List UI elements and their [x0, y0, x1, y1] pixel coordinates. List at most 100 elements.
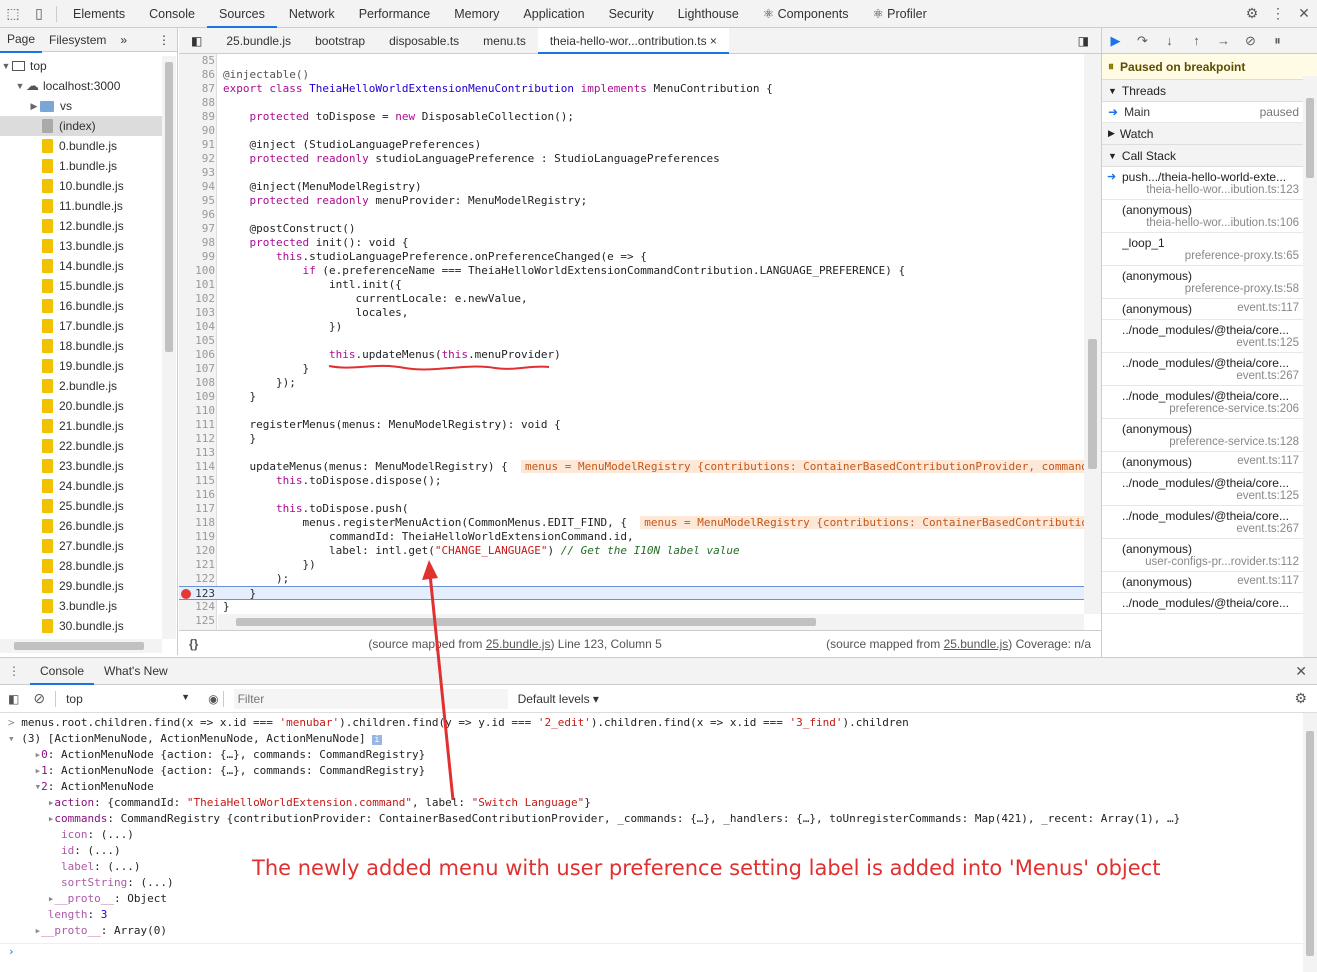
code-editor[interactable]: 85 86 @injectable() 87 export class TheiaHel… — [179, 54, 1084, 630]
line-number[interactable]: 97 — [179, 222, 215, 236]
tree-item-file[interactable]: 21.bundle.js — [0, 416, 162, 436]
scroll-thumb[interactable] — [1306, 731, 1314, 956]
editor-tab[interactable]: menu.ts — [471, 28, 538, 54]
threads-section-header[interactable]: ▼ Threads — [1102, 80, 1317, 102]
console-line[interactable]: ▸__proto__: Array(0) — [8, 923, 1303, 939]
tree-item-file[interactable]: 12.bundle.js — [0, 216, 162, 236]
line-number[interactable]: 94 — [179, 180, 215, 194]
line-number[interactable]: 98 — [179, 236, 215, 250]
editor-tab[interactable]: bootstrap — [303, 28, 377, 54]
console-prompt[interactable]: › — [0, 943, 1303, 959]
close-devtools-icon[interactable]: ✕ — [1291, 0, 1317, 28]
line-number[interactable]: 99 — [179, 250, 215, 264]
line-number[interactable]: 88 — [179, 96, 215, 110]
tree-item-index[interactable]: (index) — [0, 116, 162, 136]
console-line[interactable]: icon: (...) — [8, 827, 1303, 843]
console-line[interactable]: > menus.root.children.find(x => x.id ===… — [8, 715, 1303, 731]
tree-item-file[interactable]: 25.bundle.js — [0, 496, 162, 516]
line-number[interactable]: 114 — [179, 460, 215, 474]
navigator-menu-icon[interactable]: ⋮ — [151, 28, 177, 52]
line-number[interactable]: 89 — [179, 110, 215, 124]
tree-item-file[interactable]: 0.bundle.js — [0, 136, 162, 156]
line-number[interactable]: 113 — [179, 446, 215, 460]
editor-tab[interactable]: 25.bundle.js — [214, 28, 303, 54]
scroll-thumb[interactable] — [1306, 98, 1314, 178]
tree-item-file[interactable]: 30.bundle.js — [0, 616, 162, 636]
console-line[interactable]: ▸0: ActionMenuNode {action: {…}, command… — [8, 747, 1303, 763]
scroll-thumb[interactable] — [14, 642, 144, 650]
call-frame[interactable]: ../node_modules/@theia/core... event.ts:2… — [1102, 506, 1317, 539]
tree-item-file[interactable]: 13.bundle.js — [0, 236, 162, 256]
call-frame[interactable]: (anonymous) preference-proxy.ts:58 — [1102, 266, 1317, 299]
line-number[interactable]: 87 — [179, 82, 215, 96]
drawer-menu-icon[interactable]: ⋮ — [8, 664, 20, 678]
scroll-thumb[interactable] — [165, 62, 173, 352]
console-line[interactable]: ▸commands: CommandRegistry {contribution… — [8, 811, 1303, 827]
line-number[interactable]: 96 — [179, 208, 215, 222]
tree-item-file[interactable]: 27.bundle.js — [0, 536, 162, 556]
step-over-icon[interactable]: ↷ — [1129, 28, 1156, 54]
tree-item-file[interactable]: 11.bundle.js — [0, 196, 162, 216]
main-tab-lighthouse[interactable]: Lighthouse — [666, 0, 751, 28]
call-frame[interactable]: ../node_modules/@theia/core... preference… — [1102, 386, 1317, 419]
line-number[interactable]: 122 — [179, 572, 215, 586]
line-number[interactable]: 107 — [179, 362, 215, 376]
line-number[interactable]: 104 — [179, 320, 215, 334]
main-tab-console[interactable]: Console — [137, 0, 207, 28]
console-filter-input[interactable] — [233, 688, 508, 709]
main-tab-network[interactable]: Network — [277, 0, 347, 28]
line-number[interactable]: 108 — [179, 376, 215, 390]
tab-console[interactable]: Console — [30, 657, 95, 685]
live-expression-eye-icon[interactable]: ◉ — [208, 692, 218, 706]
close-drawer-icon[interactable]: ✕ — [1295, 663, 1307, 680]
main-tab-application[interactable]: Application — [511, 0, 596, 28]
pretty-print-button[interactable]: {} — [189, 637, 198, 651]
navigator-scrollbar[interactable] — [162, 56, 176, 639]
tree-item-top[interactable]: ▼ top — [0, 56, 162, 76]
inspect-icon[interactable]: ⬚ — [0, 0, 26, 28]
main-tab-elements[interactable]: Elements — [61, 0, 137, 28]
tab-filesystem[interactable]: Filesystem — [42, 28, 113, 52]
console-line[interactable]: ▸1: ActionMenuNode {action: {…}, command… — [8, 763, 1303, 779]
deactivate-breakpoints-icon[interactable]: ⊘ — [1237, 28, 1264, 54]
line-number[interactable]: 100 — [179, 264, 215, 278]
settings-gear-icon[interactable]: ⚙ — [1239, 0, 1265, 28]
line-number[interactable]: 115 — [179, 474, 215, 488]
toggle-navigator-icon[interactable]: ◧ — [179, 28, 214, 54]
scroll-thumb[interactable] — [1088, 339, 1097, 469]
line-number[interactable]: 125 — [179, 614, 215, 628]
call-frame[interactable]: ../node_modules/@theia/core... event.ts:1… — [1102, 473, 1317, 506]
call-frame[interactable]: (anonymous) event.ts:117 — [1102, 452, 1317, 473]
line-number[interactable]: 106 — [179, 348, 215, 362]
editor-tab[interactable]: disposable.ts — [377, 28, 471, 54]
debugger-scrollbar[interactable] — [1303, 76, 1317, 657]
line-number[interactable]: 103 — [179, 306, 215, 320]
call-frame[interactable]: (anonymous) theia-hello-wor...ibution.ts:… — [1102, 200, 1317, 233]
tree-item-file[interactable]: 29.bundle.js — [0, 576, 162, 596]
tree-item-file[interactable]: 17.bundle.js — [0, 316, 162, 336]
call-frame[interactable]: (anonymous) event.ts:117 — [1102, 299, 1317, 320]
call-frame[interactable]: ../node_modules/@theia/core... event.ts:2… — [1102, 353, 1317, 386]
call-frame[interactable]: ../node_modules/@theia/core... event.ts:1… — [1102, 320, 1317, 353]
call-frame[interactable]: _loop_1 preference-proxy.ts:65 — [1102, 233, 1317, 266]
tree-item-file[interactable]: 18.bundle.js — [0, 336, 162, 356]
tree-item-host[interactable]: ▼ ☁ localhost:3000 — [0, 76, 162, 96]
console-line[interactable]: ▸__proto__: Object — [8, 891, 1303, 907]
editor-hscrollbar[interactable] — [218, 614, 1084, 630]
tree-item-file[interactable]: 23.bundle.js — [0, 456, 162, 476]
line-number[interactable]: 110 — [179, 404, 215, 418]
line-number[interactable]: 85 — [179, 54, 215, 68]
main-tab-components[interactable]: ⚛ Components — [751, 0, 861, 28]
line-number[interactable]: 86 — [179, 68, 215, 82]
editor-vscrollbar[interactable] — [1084, 54, 1101, 614]
tree-item-file[interactable]: 2.bundle.js — [0, 376, 162, 396]
tree-item-file[interactable]: 10.bundle.js — [0, 176, 162, 196]
toggle-debugger-icon[interactable]: ◨ — [1066, 28, 1101, 54]
tree-item-folder[interactable]: ▶ vs — [0, 96, 162, 116]
more-menu-icon[interactable]: ⋮ — [1265, 0, 1291, 28]
tree-item-file[interactable]: 14.bundle.js — [0, 256, 162, 276]
source-link[interactable]: 25.bundle.js — [944, 637, 1009, 651]
device-toolbar-icon[interactable]: ▯ — [26, 0, 52, 28]
call-frame[interactable]: (anonymous) preference-service.ts:128 — [1102, 419, 1317, 452]
thread-row-main[interactable]: ➜ Main paused — [1102, 102, 1317, 123]
